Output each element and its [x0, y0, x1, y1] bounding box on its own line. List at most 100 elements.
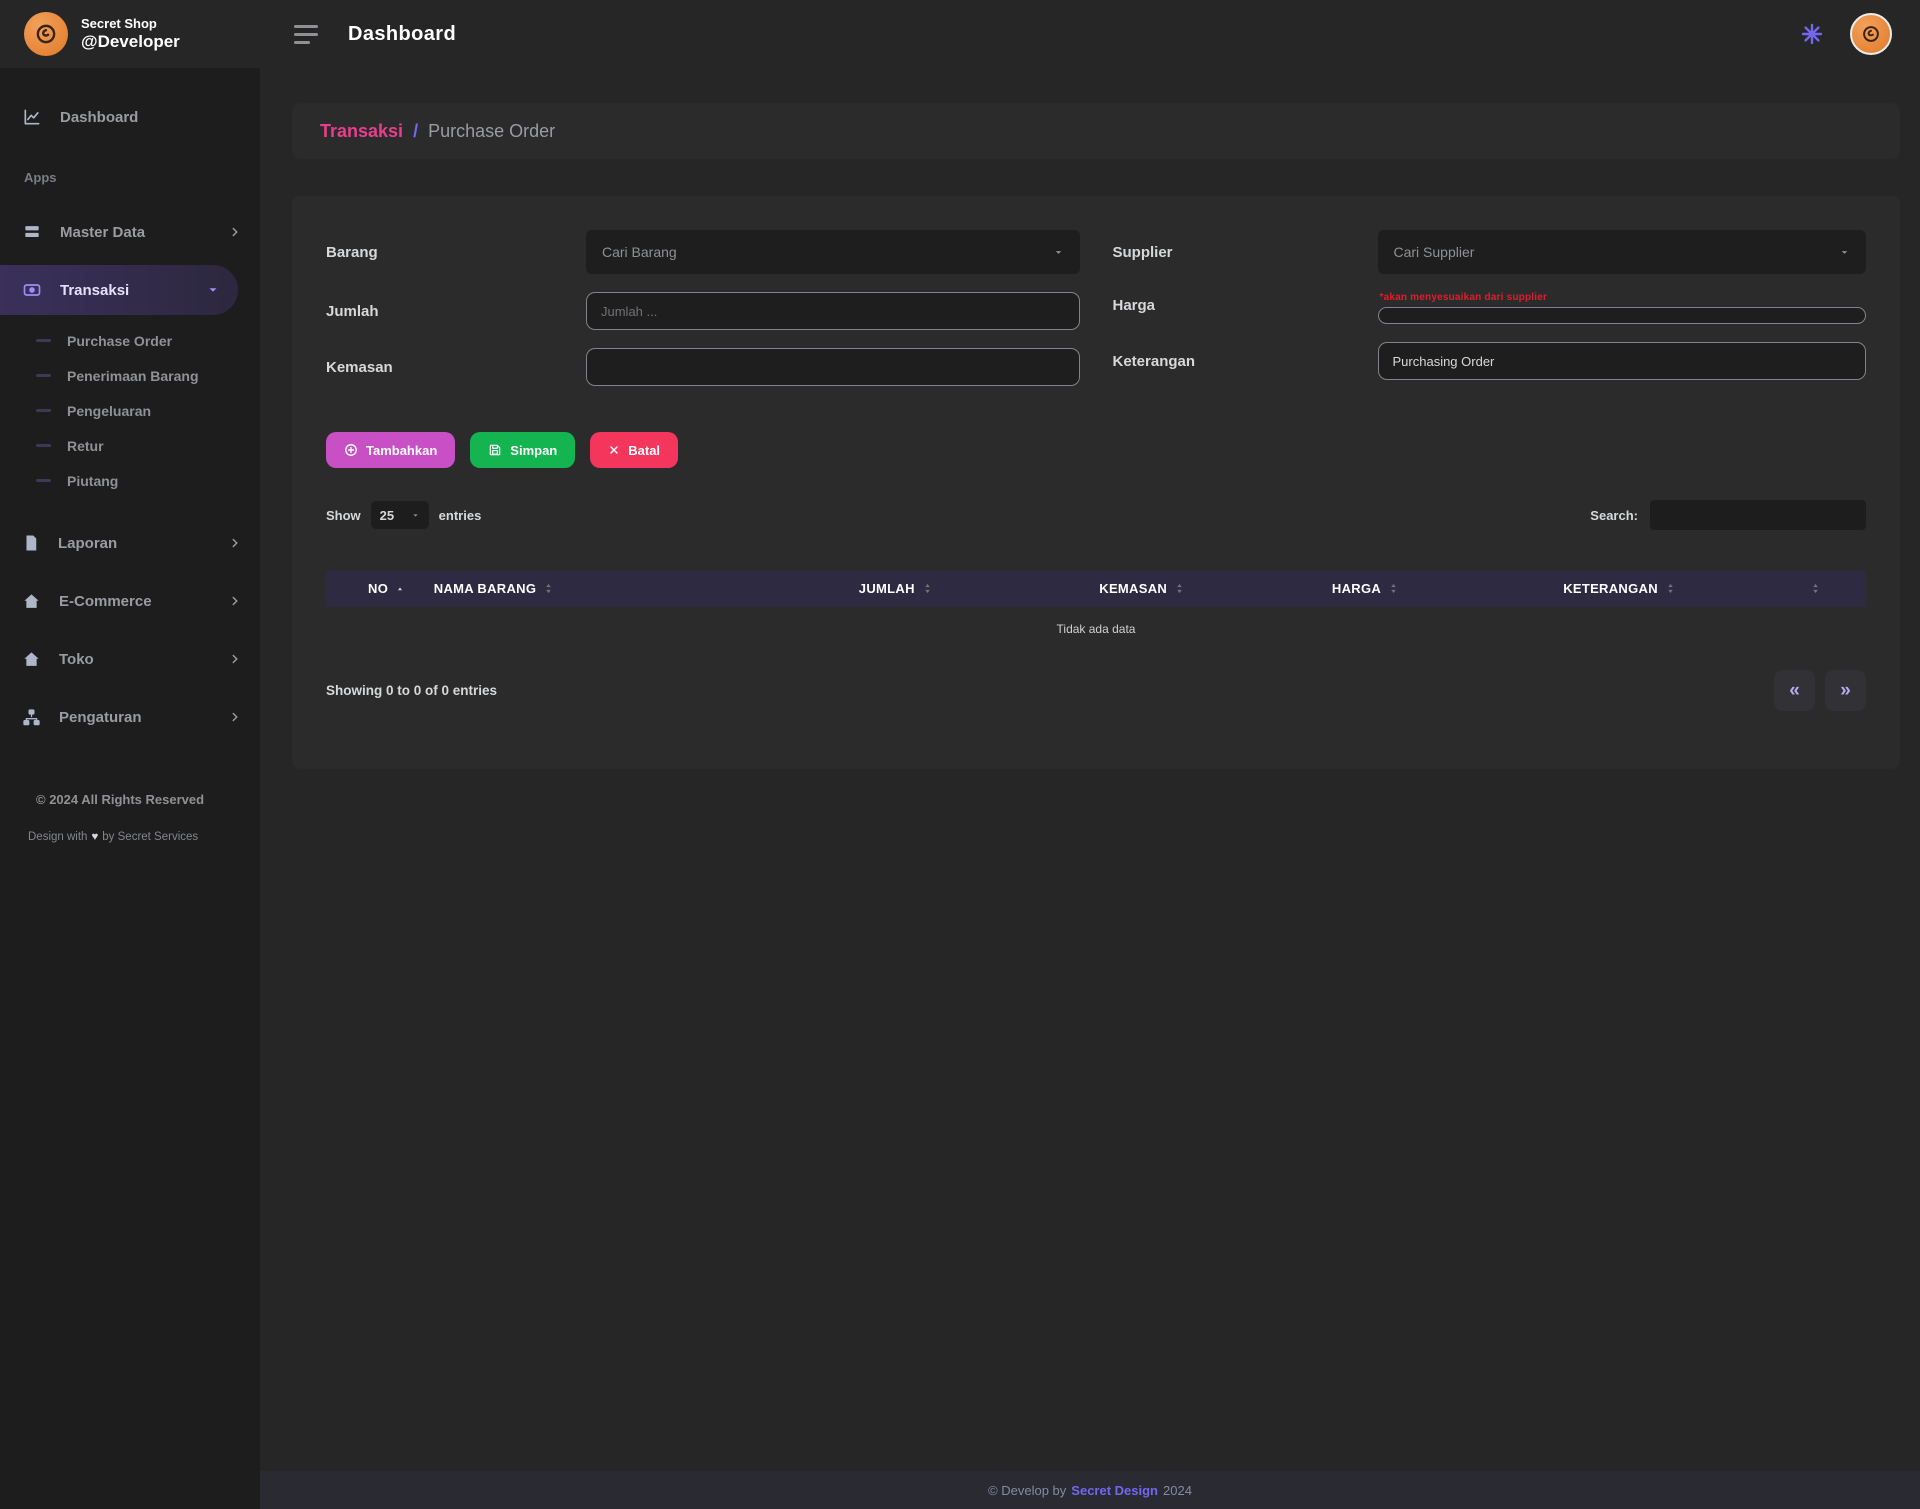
sidebar-group-label: Master Data [60, 224, 145, 241]
brand-logo-icon [24, 12, 68, 56]
tambahkan-label: Tambahkan [366, 443, 437, 458]
harga-input[interactable] [1378, 307, 1867, 324]
footer-prefix: © Develop by [988, 1483, 1066, 1498]
table-footer: Showing 0 to 0 of 0 entries « » [326, 670, 1866, 711]
column-nama-barang[interactable]: NAMA BARANG [434, 581, 757, 596]
simpan-label: Simpan [510, 443, 557, 458]
supplier-row: Supplier Cari Supplier [1113, 230, 1867, 274]
sidebar-group-master-data[interactable]: Master Data [0, 207, 260, 257]
footer-brand-link[interactable]: Secret Design [1071, 1483, 1158, 1498]
batal-label: Batal [628, 443, 660, 458]
barang-label: Barang [326, 244, 586, 261]
column-label: HARGA [1332, 581, 1381, 596]
sort-icon [1174, 582, 1185, 595]
sidebar-child-label: Purchase Order [67, 333, 172, 349]
sidebar-group-laporan[interactable]: Laporan [0, 518, 260, 568]
barang-row: Barang Cari Barang [326, 230, 1080, 274]
barang-select[interactable]: Cari Barang [586, 230, 1080, 274]
barang-select-value: Cari Barang [602, 244, 677, 260]
column-jumlah[interactable]: JUMLAH [757, 581, 1034, 596]
sidebar-item-penerimaan-barang[interactable]: Penerimaan Barang [0, 358, 260, 393]
credit-suffix: by Secret Services [102, 831, 198, 843]
keterangan-input[interactable] [1378, 342, 1867, 380]
pagination-next-button[interactable]: » [1825, 670, 1866, 711]
keterangan-row: Keterangan [1113, 342, 1867, 380]
column-harga[interactable]: HARGA [1250, 581, 1481, 596]
chart-line-icon [22, 107, 42, 127]
sidebar-child-label: Penerimaan Barang [67, 368, 199, 384]
brand-subtitle: @Developer [81, 32, 180, 52]
breadcrumb-section[interactable]: Transaksi [320, 121, 403, 142]
home-icon [22, 592, 41, 611]
jumlah-row: Jumlah [326, 292, 1080, 330]
topbar-actions [1800, 13, 1920, 55]
heart-icon: ♥ [91, 831, 98, 843]
settings-gear-icon[interactable] [1800, 22, 1824, 46]
sidebar-item-dashboard[interactable]: Dashboard [0, 94, 260, 140]
column-label: KETERANGAN [1563, 581, 1658, 596]
page-size-select[interactable]: 25 [371, 501, 429, 529]
search-label: Search: [1590, 508, 1638, 523]
column-label: NO [368, 581, 388, 596]
chevron-right-icon [228, 225, 242, 239]
sidebar-item-label: Dashboard [60, 109, 138, 126]
sidebar-item-pengeluaran[interactable]: Pengeluaran [0, 393, 260, 428]
column-actions[interactable] [1758, 582, 1866, 595]
menu-toggle-icon[interactable] [294, 25, 318, 44]
entries-info: Showing 0 to 0 of 0 entries [326, 683, 497, 698]
sidebar-group-pengaturan[interactable]: Pengaturan [0, 692, 260, 742]
kemasan-input[interactable] [586, 348, 1080, 386]
sidebar-item-retur[interactable]: Retur [0, 428, 260, 463]
list-icon [22, 222, 42, 242]
sitemap-icon [22, 708, 41, 727]
purchase-order-form: Barang Cari Barang Jumlah Kemasan [326, 230, 1866, 404]
column-label: JUMLAH [859, 581, 915, 596]
supplier-select-value: Cari Supplier [1394, 244, 1475, 260]
keterangan-label: Keterangan [1113, 353, 1378, 370]
sidebar-group-transaksi[interactable]: Transaksi [0, 265, 238, 315]
simpan-button[interactable]: Simpan [470, 432, 575, 468]
search-area: Search: [1590, 500, 1866, 530]
page-title: Dashboard [348, 23, 456, 46]
column-no[interactable]: NO [326, 581, 434, 596]
table-header-row: NO NAMA BARANG JUMLAH [326, 570, 1866, 607]
sidebar-group-label: Transaksi [60, 282, 129, 299]
search-input[interactable] [1650, 500, 1866, 530]
sidebar-group-toko[interactable]: Toko [0, 634, 260, 684]
pagination-prev-button[interactable]: « [1774, 670, 1815, 711]
chevron-right-icon [228, 652, 242, 666]
jumlah-input[interactable] [586, 292, 1080, 330]
chevron-right-icon [228, 710, 242, 724]
sidebar-child-label: Retur [67, 438, 104, 454]
batal-button[interactable]: Batal [590, 432, 678, 468]
column-label: NAMA BARANG [434, 581, 536, 596]
sort-icon [922, 582, 933, 595]
column-kemasan[interactable]: KEMASAN [1034, 581, 1250, 596]
sidebar-section-apps: Apps [0, 140, 260, 199]
chevron-right-icon [228, 536, 242, 550]
close-icon [608, 444, 620, 456]
sidebar-group-label: Pengaturan [59, 709, 142, 726]
form-actions: Tambahkan Simpan Batal [326, 432, 1866, 468]
brand-title: Secret Shop [81, 16, 180, 32]
user-avatar[interactable] [1850, 13, 1892, 55]
sidebar-child-label: Piutang [67, 473, 118, 489]
file-icon [22, 534, 40, 552]
footer-year: 2024 [1163, 1483, 1192, 1498]
sidebar-credit: Design with ♥ by Secret Services [28, 831, 260, 843]
caret-down-icon [411, 511, 420, 520]
credit-prefix: Design with [28, 831, 87, 843]
floppy-disk-icon [488, 443, 502, 457]
column-keterangan[interactable]: KETERANGAN [1481, 581, 1758, 596]
sidebar-item-purchase-order[interactable]: Purchase Order [0, 323, 260, 358]
topbar: Secret Shop @Developer Dashboard [0, 0, 1920, 68]
sidebar-item-piutang[interactable]: Piutang [0, 463, 260, 498]
wallet-icon [22, 280, 42, 300]
sort-asc-icon [395, 584, 405, 594]
brand-text: Secret Shop @Developer [81, 16, 180, 52]
supplier-select[interactable]: Cari Supplier [1378, 230, 1867, 274]
app-footer: © Develop by Secret Design 2024 [260, 1471, 1920, 1509]
sidebar-child-label: Pengeluaran [67, 403, 151, 419]
sidebar-group-ecommerce[interactable]: E-Commerce [0, 576, 260, 626]
tambahkan-button[interactable]: Tambahkan [326, 432, 455, 468]
